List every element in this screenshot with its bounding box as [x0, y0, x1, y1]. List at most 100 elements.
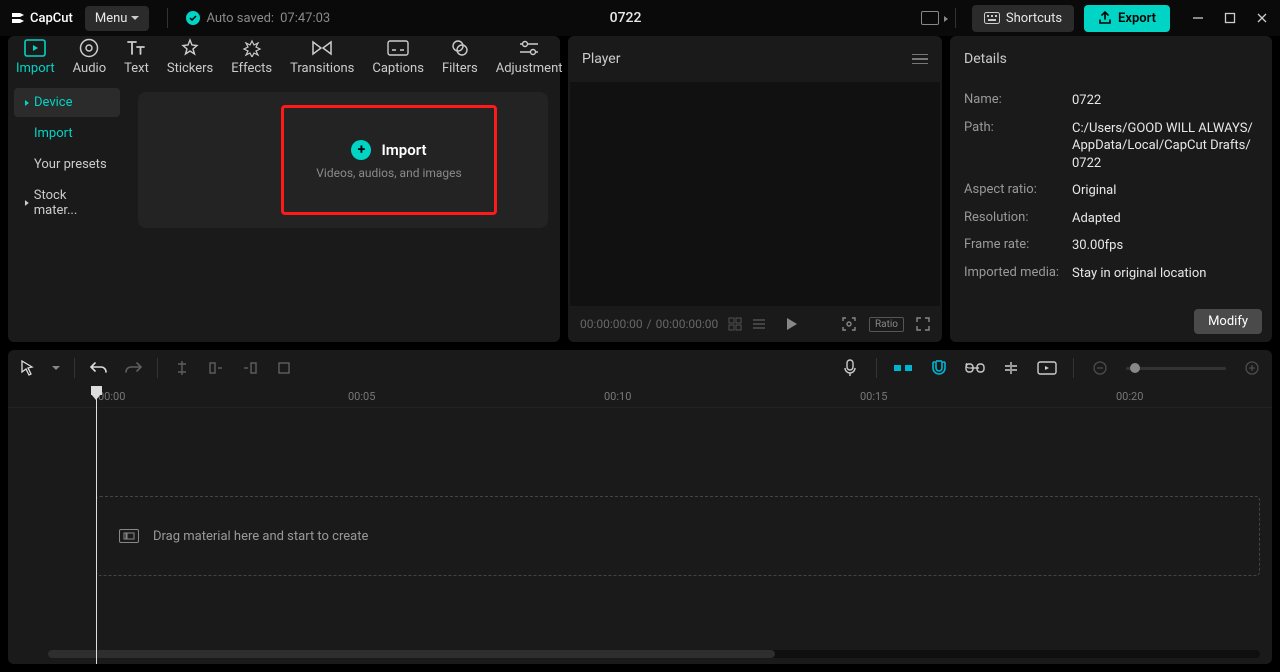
- detail-row-path: Path:C:/Users/GOOD WILL ALWAYS/AppData/L…: [964, 120, 1258, 173]
- separator: [167, 8, 168, 28]
- media-sidebar: Device Import Your presets Stock mater..…: [8, 82, 126, 342]
- player-viewport[interactable]: [570, 82, 940, 306]
- captions-icon: [387, 38, 409, 58]
- separator: [955, 8, 956, 28]
- chevron-down-icon: [131, 16, 139, 21]
- timeline-drop-zone[interactable]: Drag material here and start to create: [96, 496, 1260, 576]
- zoom-out-icon[interactable]: [1090, 358, 1110, 378]
- detail-label: Name:: [964, 92, 1060, 110]
- fullscreen-icon[interactable]: [916, 317, 930, 331]
- details-panel: Details Name:0722 Path:C:/Users/GOOD WIL…: [950, 36, 1272, 342]
- minimize-button[interactable]: [1190, 10, 1206, 26]
- titlebar-right: Shortcuts Export: [921, 5, 1270, 32]
- media-icon: [119, 529, 139, 543]
- app-logo: CapCut: [10, 10, 73, 26]
- export-label: Export: [1118, 11, 1156, 26]
- time-total: 00:00:00:00: [656, 317, 719, 331]
- maximize-button[interactable]: [1222, 10, 1238, 26]
- autosave-prefix: Auto saved:: [206, 11, 274, 26]
- undo-icon[interactable]: [89, 358, 109, 378]
- magnet-icon[interactable]: [929, 358, 949, 378]
- detail-row-resolution: Resolution:Adapted: [964, 210, 1258, 228]
- player-menu-icon[interactable]: [912, 54, 928, 65]
- ruler-mark: 00:10: [604, 390, 631, 403]
- zoom-thumb[interactable]: [1130, 363, 1140, 373]
- titlebar: CapCut Menu Auto saved: 07:47:03 0722 Sh…: [0, 0, 1280, 36]
- separator: [1073, 358, 1074, 378]
- scrollbar-thumb[interactable]: [48, 650, 775, 658]
- trim-left-icon[interactable]: [206, 358, 226, 378]
- grid-toggle-icon[interactable]: [728, 317, 742, 331]
- adjustment-icon: [518, 38, 540, 58]
- play-button[interactable]: [786, 317, 798, 331]
- app-name: CapCut: [30, 11, 73, 26]
- tab-effects[interactable]: Effects: [231, 38, 272, 80]
- timeline-scrollbar[interactable]: [48, 650, 1260, 658]
- link-icon[interactable]: [965, 358, 985, 378]
- menu-button[interactable]: Menu: [85, 6, 150, 31]
- split-icon[interactable]: [172, 358, 192, 378]
- tab-label: Audio: [73, 61, 106, 76]
- tab-adjustment[interactable]: Adjustment: [496, 38, 563, 80]
- tab-captions[interactable]: Captions: [372, 38, 424, 80]
- drop-hint: Drag material here and start to create: [153, 529, 368, 544]
- caret-right-icon: [24, 99, 30, 107]
- sidebar-item-device[interactable]: Device: [14, 88, 120, 117]
- timeline-toolbar: [8, 350, 1272, 386]
- detail-label: Path:: [964, 120, 1060, 173]
- tab-label: Effects: [231, 61, 272, 76]
- shortcuts-button[interactable]: Shortcuts: [972, 5, 1074, 32]
- trim-right-icon[interactable]: [240, 358, 260, 378]
- tab-stickers[interactable]: Stickers: [167, 38, 213, 80]
- top-tabs: Import Audio Text Stickers Effects Trans…: [8, 36, 560, 82]
- import-icon: [24, 38, 46, 58]
- layout-icon[interactable]: [921, 11, 939, 25]
- sidebar-item-stock[interactable]: Stock mater...: [14, 181, 120, 225]
- audio-icon: [78, 38, 100, 58]
- close-button[interactable]: [1254, 10, 1270, 26]
- tab-label: Filters: [442, 61, 478, 76]
- pointer-tool-icon[interactable]: [18, 358, 38, 378]
- align-icon[interactable]: [1001, 358, 1021, 378]
- crop-icon[interactable]: [274, 358, 294, 378]
- redo-icon[interactable]: [123, 358, 143, 378]
- import-card-wrap: + Import Videos, audios, and images: [138, 92, 548, 228]
- tab-label: Transitions: [290, 61, 354, 76]
- tab-transitions[interactable]: Transitions: [290, 38, 354, 80]
- import-card[interactable]: + Import Videos, audios, and images: [281, 105, 497, 215]
- tab-audio[interactable]: Audio: [73, 38, 106, 80]
- window-controls: [1190, 10, 1270, 26]
- sidebar-item-label: Import: [34, 126, 73, 141]
- plus-icon: +: [351, 140, 371, 160]
- transitions-icon: [311, 38, 333, 58]
- tab-import[interactable]: Import: [16, 38, 55, 80]
- preview-icon[interactable]: [1037, 358, 1057, 378]
- tab-label: Adjustment: [496, 61, 563, 76]
- export-button[interactable]: Export: [1084, 5, 1170, 32]
- chevron-down-icon[interactable]: [52, 366, 60, 371]
- ruler-mark: 00:15: [860, 390, 887, 403]
- detail-value: Stay in original location: [1072, 265, 1258, 283]
- sidebar-item-label: Device: [34, 95, 73, 110]
- playhead[interactable]: [96, 386, 97, 664]
- effects-icon: [241, 38, 263, 58]
- text-icon: [125, 38, 147, 58]
- list-toggle-icon[interactable]: [752, 318, 766, 330]
- scan-icon[interactable]: [841, 316, 857, 332]
- timeline-ruler[interactable]: 00:00 00:05 00:10 00:15 00:20: [8, 386, 1272, 408]
- modify-button[interactable]: Modify: [1194, 309, 1262, 334]
- ratio-button[interactable]: Ratio: [869, 317, 904, 332]
- timeline[interactable]: 00:00 00:05 00:10 00:15 00:20 Drag mater…: [8, 386, 1272, 664]
- tab-filters[interactable]: Filters: [442, 38, 478, 80]
- tab-label: Import: [16, 61, 55, 76]
- zoom-in-icon[interactable]: [1242, 358, 1262, 378]
- sidebar-item-label: Your presets: [34, 157, 107, 172]
- sidebar-item-presets[interactable]: Your presets: [14, 150, 120, 179]
- sidebar-item-import[interactable]: Import: [14, 119, 120, 148]
- autosave-time: 07:47:03: [280, 11, 330, 26]
- zoom-slider[interactable]: [1126, 367, 1226, 370]
- mic-icon[interactable]: [840, 358, 860, 378]
- tab-text[interactable]: Text: [124, 38, 149, 80]
- snap-icon[interactable]: [893, 358, 913, 378]
- detail-label: Aspect ratio:: [964, 182, 1060, 200]
